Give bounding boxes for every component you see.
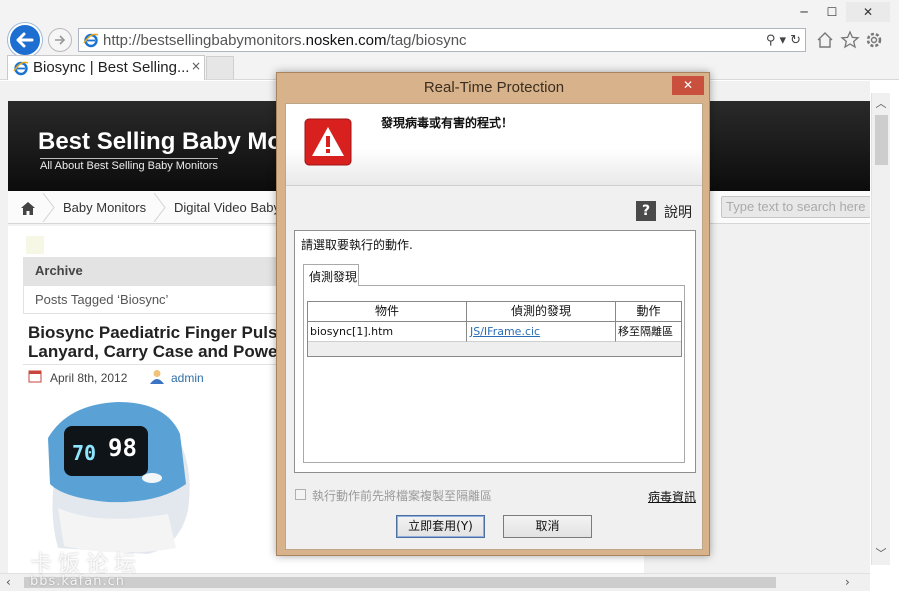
column-header-action[interactable]: 動作 bbox=[616, 302, 681, 322]
dialog-body: 發現病毒或有害的程式！ ? 說明 請選取要執行的動作. 偵測發現 物件 偵測的發… bbox=[285, 103, 703, 550]
post-author-link[interactable]: admin bbox=[171, 371, 204, 385]
window-close-button[interactable]: ✕ bbox=[846, 2, 890, 22]
device-reading-spo2: 98 bbox=[108, 434, 137, 462]
detections-table: 物件 偵測的發現 動作 biosync[1].htm JS/IFrame.cic… bbox=[307, 301, 682, 357]
forward-button[interactable] bbox=[48, 28, 72, 52]
browser-chrome: ─ ☐ ✕ http://bestsellingbabymonitors.nos… bbox=[0, 0, 899, 80]
dialog-title: Real-Time Protection bbox=[423, 79, 565, 96]
tag-box: Posts Tagged ‘Biosync’ bbox=[23, 285, 278, 314]
dialog-header: 發現病毒或有害的程式！ bbox=[286, 104, 702, 186]
copy-to-quarantine-checkbox[interactable] bbox=[295, 489, 306, 500]
site-search-input[interactable]: Type text to search here bbox=[721, 196, 870, 218]
url-prefix: http://bestsellingbabymonitors. bbox=[103, 32, 306, 49]
copy-to-quarantine-label: 執行動作前先將檔案複製至隔離區 bbox=[312, 489, 493, 503]
post-title[interactable]: Biosync Paediatric Finger Pulse Lanyard,… bbox=[28, 323, 278, 361]
column-header-object[interactable]: 物件 bbox=[308, 302, 467, 322]
calendar-icon bbox=[28, 370, 42, 383]
site-tagline: All About Best Selling Baby Monitors bbox=[40, 158, 218, 172]
gear-icon[interactable] bbox=[864, 30, 884, 50]
action-instruction: 請選取要執行的動作. bbox=[301, 238, 413, 252]
forward-arrow-icon bbox=[55, 35, 66, 45]
favorites-star-icon[interactable] bbox=[840, 30, 860, 50]
site-title[interactable]: Best Selling Baby Mo bbox=[38, 128, 282, 156]
address-bar[interactable]: http://bestsellingbabymonitors.nosken.co… bbox=[78, 28, 806, 52]
realtime-protection-dialog: Real-Time Protection ✕ 發現病毒或有害的程式！ ? 說明 … bbox=[276, 72, 710, 556]
address-tools: ⚲ ▾ ↻ bbox=[766, 31, 801, 49]
cancel-button[interactable]: 取消 bbox=[503, 515, 592, 538]
column-header-finding[interactable]: 偵測的發現 bbox=[467, 302, 616, 322]
detections-panel: 物件 偵測的發現 動作 biosync[1].htm JS/IFrame.cic… bbox=[303, 285, 685, 463]
nav-separator bbox=[42, 193, 55, 222]
home-icon[interactable] bbox=[815, 30, 835, 50]
nav-item-baby-monitors[interactable]: Baby Monitors bbox=[63, 200, 146, 215]
help-icon[interactable]: ? bbox=[636, 201, 656, 221]
ie-logo-icon bbox=[13, 61, 29, 76]
post-divider bbox=[23, 364, 278, 365]
search-icon[interactable]: ⚲ ▾ bbox=[766, 33, 786, 48]
virus-info-link[interactable]: 病毒資訊 bbox=[648, 488, 696, 505]
scroll-right-arrow-icon[interactable]: › bbox=[845, 575, 850, 589]
post-date: April 8th, 2012 bbox=[50, 371, 128, 385]
help-link[interactable]: 說明 bbox=[664, 202, 692, 222]
table-cell-action[interactable]: 移至隔離區 bbox=[616, 322, 681, 342]
tag-label: Posts Tagged ‘Biosync’ bbox=[35, 292, 169, 307]
tab-title: Biosync | Best Selling... bbox=[33, 59, 190, 76]
url-path: /tag/biosync bbox=[386, 32, 467, 49]
scroll-left-arrow-icon[interactable]: ‹ bbox=[6, 575, 11, 589]
vertical-scrollbar[interactable]: ︿ ﹀ bbox=[871, 93, 890, 565]
table-empty-area bbox=[308, 342, 681, 356]
tab-detections[interactable]: 偵測發現 bbox=[303, 264, 359, 286]
browser-tab[interactable]: Biosync | Best Selling... × bbox=[7, 55, 205, 80]
action-panel: 請選取要執行的動作. 偵測發現 物件 偵測的發現 動作 biosync[1].h… bbox=[294, 230, 696, 473]
user-icon bbox=[150, 370, 164, 384]
archive-label: Archive bbox=[35, 263, 83, 278]
nav-item-digital-video[interactable]: Digital Video Baby bbox=[174, 200, 280, 215]
home-icon[interactable] bbox=[18, 199, 38, 217]
archive-box: Archive bbox=[23, 257, 278, 285]
warning-message: 發現病毒或有害的程式！ bbox=[381, 116, 514, 130]
dialog-close-button[interactable]: ✕ bbox=[672, 76, 704, 95]
scroll-down-arrow-icon[interactable]: ﹀ bbox=[872, 545, 890, 561]
new-tab-button[interactable] bbox=[206, 56, 234, 79]
device-reading-pulse: 70 bbox=[72, 441, 96, 465]
pulse-oximeter-image[interactable]: 70 98 bbox=[38, 398, 194, 558]
warning-icon bbox=[304, 118, 352, 166]
nav-separator bbox=[153, 193, 166, 222]
scroll-up-arrow-icon[interactable]: ︿ bbox=[872, 95, 890, 111]
tab-label: 偵測發現 bbox=[309, 270, 358, 284]
tab-close-button[interactable]: × bbox=[191, 59, 201, 73]
back-arrow-icon bbox=[16, 32, 34, 48]
watermark: 卡饭论坛 bbs.kafan.cn bbox=[30, 546, 142, 589]
url-domain: nosken.com bbox=[305, 32, 387, 49]
refresh-icon[interactable]: ↻ bbox=[790, 33, 801, 48]
ie-logo-icon bbox=[83, 33, 99, 48]
address-url[interactable]: http://bestsellingbabymonitors.nosken.co… bbox=[103, 32, 467, 49]
table-cell-finding-link[interactable]: JS/IFrame.cic bbox=[467, 322, 616, 342]
content-marker bbox=[26, 236, 44, 254]
apply-now-button[interactable]: 立即套用(Y) bbox=[396, 515, 485, 538]
back-button[interactable] bbox=[8, 23, 42, 57]
table-cell-object[interactable]: biosync[1].htm bbox=[308, 322, 467, 342]
vertical-scroll-thumb[interactable] bbox=[875, 115, 888, 165]
